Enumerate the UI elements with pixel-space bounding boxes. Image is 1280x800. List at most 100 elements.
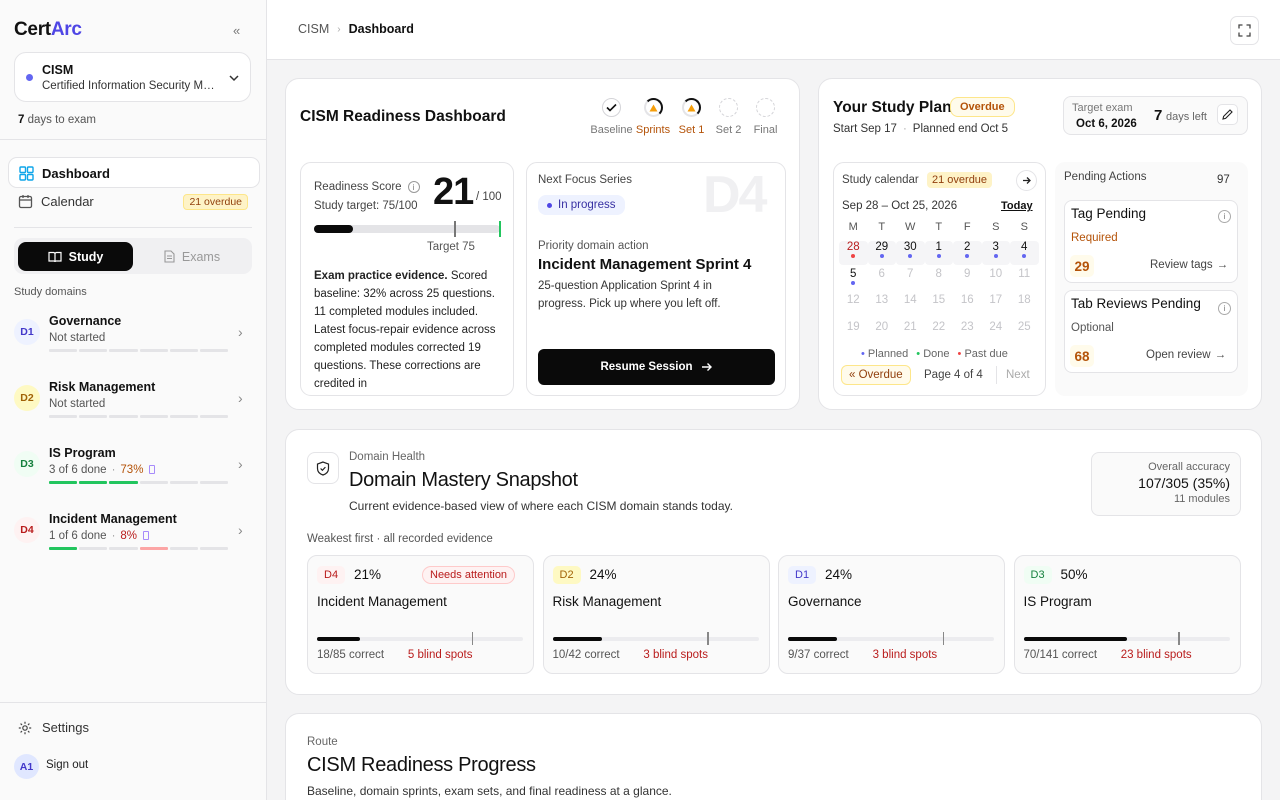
domain-mastery-bar	[317, 632, 523, 645]
nav-dashboard[interactable]: Dashboard	[8, 157, 260, 188]
domain-item[interactable]: D2 Risk Management Not started ›	[14, 380, 254, 436]
calendar-day-number: 5	[850, 267, 857, 280]
domain-health-item[interactable]: D1 24% Governance 9/37 correct 3 blind spots	[778, 555, 1005, 674]
calendar-day[interactable]: 11	[1010, 268, 1039, 292]
open-review-link[interactable]: Open review →	[1146, 349, 1226, 361]
certification-selector[interactable]: CISM Certified Information Security Mana…	[14, 52, 251, 102]
collapse-sidebar-icon[interactable]: «	[233, 24, 249, 38]
tag-pending-title: Tag Pending	[1071, 206, 1147, 221]
domain-health-item[interactable]: D3 50% IS Program 70/141 correct 23 blind sp…	[1013, 555, 1241, 674]
study-tab[interactable]: Study	[18, 242, 133, 271]
calendar-day[interactable]: 7	[896, 268, 925, 292]
calendar-day[interactable]: 9	[953, 268, 982, 292]
exams-tab[interactable]: Exams	[136, 242, 248, 271]
domain-code-badge: D4	[317, 566, 346, 584]
target-marker	[453, 221, 456, 237]
calendar-day[interactable]: 3	[981, 241, 1010, 265]
calendar-day[interactable]: 20	[868, 321, 897, 345]
review-tags-link[interactable]: Review tags →	[1150, 259, 1228, 271]
domain-health-item[interactable]: D2 24% Risk Management 10/42 correct 3 blind…	[542, 555, 770, 674]
calendar-day[interactable]: 22	[925, 321, 954, 345]
edit-target-button[interactable]	[1217, 104, 1238, 125]
breadcrumb-root[interactable]: CISM	[298, 22, 329, 36]
domain-item[interactable]: D3 IS Program 3 of 6 done · 73% ›	[14, 446, 254, 502]
calendar-next-button[interactable]: Next	[996, 366, 1037, 384]
calendar-day[interactable]: 18	[1010, 294, 1039, 318]
days-left-count: 7	[1154, 107, 1163, 124]
step-set-1[interactable]: Set 1	[673, 98, 710, 136]
nav-calendar[interactable]: Calendar 21 overdue	[8, 186, 260, 217]
domain-progress-segments	[49, 481, 229, 484]
calendar-day[interactable]: 15	[925, 294, 954, 318]
calendar-day[interactable]: 28	[839, 241, 868, 265]
calendar-day[interactable]: 16	[953, 294, 982, 318]
calendar-day[interactable]: 10	[982, 268, 1011, 292]
tag-pending-count: 29	[1070, 255, 1094, 277]
calendar-day[interactable]: 21	[896, 321, 925, 345]
progress-segment	[49, 349, 78, 352]
calendar-day[interactable]: 5	[839, 268, 868, 292]
progress-segment	[199, 481, 229, 484]
overdue-prev-button[interactable]: « Overdue	[841, 365, 911, 385]
settings-link[interactable]: Settings	[18, 720, 89, 735]
calendar-day[interactable]: 2	[953, 241, 982, 265]
study-target: Study target: 75/100	[314, 200, 418, 212]
domain-health-item[interactable]: D4 21% Needs attention Incident Management 1…	[307, 555, 534, 674]
calendar-day-number: 14	[903, 294, 917, 307]
domain-mastery-fill	[1023, 637, 1127, 641]
resume-session-button[interactable]: Resume Session	[538, 349, 775, 385]
domain-item[interactable]: D1 Governance Not started ›	[14, 314, 254, 370]
pending-actions-title: Pending Actions	[1064, 171, 1147, 183]
max-marker	[499, 221, 501, 237]
calendar-day[interactable]: 24	[982, 321, 1011, 345]
calendar-day[interactable]: 4	[1010, 241, 1039, 265]
domain-mastery-bar	[788, 632, 994, 645]
sign-out-link[interactable]: Sign out	[46, 759, 88, 771]
calendar-day[interactable]: 29	[867, 241, 896, 265]
progress-segment	[199, 415, 229, 418]
study-tab-label: Study	[68, 249, 104, 264]
step-sprints[interactable]: Sprints	[633, 98, 673, 136]
calendar-day[interactable]: 13	[868, 294, 897, 318]
step-label: Baseline	[590, 124, 633, 136]
calendar-day[interactable]: 17	[982, 294, 1011, 318]
domain-name: Risk Management	[552, 594, 662, 609]
progress-segment	[139, 481, 168, 484]
tab-optional-label: Optional	[1071, 322, 1114, 334]
calendar-day[interactable]: 19	[839, 321, 868, 345]
step-set-2[interactable]: Set 2	[710, 98, 747, 136]
calendar-day[interactable]: 23	[953, 321, 982, 345]
next-focus-panel: Next Focus Series D4 In progress Priorit…	[526, 162, 786, 396]
info-icon[interactable]: i	[407, 181, 420, 193]
today-button[interactable]: Today	[1001, 200, 1033, 212]
evidence-body: Scored baseline: 32% across 25 questions…	[314, 270, 496, 390]
step-baseline[interactable]: Baseline	[590, 98, 633, 136]
app-logo[interactable]: CertArc	[14, 19, 82, 41]
legend-planned-label: Planned	[867, 348, 909, 360]
avatar[interactable]: A1	[14, 754, 39, 779]
step-final[interactable]: Final	[747, 98, 784, 136]
fullscreen-button[interactable]	[1230, 16, 1259, 45]
in-progress-badge: In progress	[538, 195, 625, 215]
calendar-day[interactable]: 8	[925, 268, 954, 292]
tab-reviews-card: Tab Reviews Pending i Optional 68 Open r…	[1064, 290, 1238, 373]
calendar-day[interactable]: 25	[1010, 321, 1039, 345]
shield-icon-box	[307, 452, 339, 484]
calendar-day[interactable]: 12	[839, 294, 868, 318]
calendar-day[interactable]: 6	[868, 268, 897, 292]
info-icon[interactable]: i	[1218, 302, 1231, 315]
study-calendar-panel: Study calendar 21 overdue Sep 28 – Oct 2…	[833, 162, 1046, 396]
info-icon[interactable]: i	[1218, 210, 1231, 223]
calendar-open-button[interactable]	[1016, 170, 1037, 191]
calendar-day[interactable]: 14	[896, 294, 925, 318]
domain-progress-segments	[49, 349, 229, 352]
calendar-day[interactable]: 30	[896, 241, 925, 265]
calendar-event-dot	[908, 254, 913, 258]
domain-mastery-fill	[317, 637, 361, 641]
domain-item[interactable]: D4 Incident Management 1 of 6 done · 8% ›	[14, 512, 254, 568]
calendar-day[interactable]: 1	[924, 241, 953, 265]
domain-mastery-percent: 21%	[354, 567, 382, 582]
calendar-event-dot	[879, 254, 884, 258]
arrow-right-icon: →	[1216, 259, 1229, 271]
calendar-event-dot	[1022, 254, 1027, 258]
